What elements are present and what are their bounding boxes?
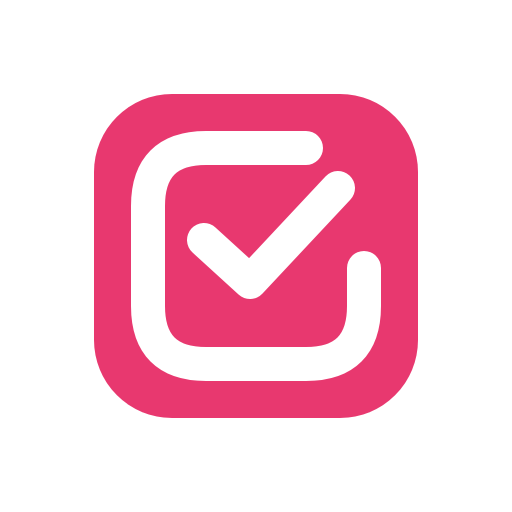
checkbox-check-icon	[94, 94, 418, 418]
app-icon-canvas	[0, 0, 512, 512]
